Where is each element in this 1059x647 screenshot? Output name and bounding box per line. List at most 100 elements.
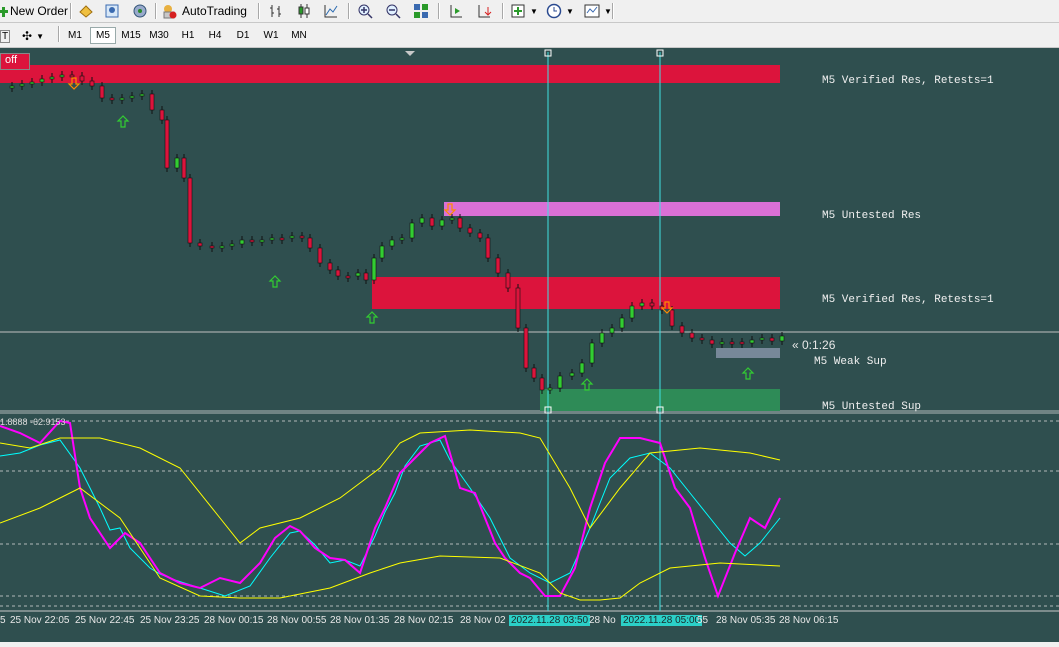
timeframe-d1-button[interactable]: D1 bbox=[230, 27, 256, 44]
candle bbox=[523, 327, 529, 369]
candle bbox=[759, 337, 765, 341]
candle bbox=[477, 232, 483, 239]
candle bbox=[317, 247, 323, 264]
drawing-tools-icon: ✣ bbox=[22, 29, 33, 43]
candle bbox=[99, 85, 105, 99]
chart-window[interactable]: off M5 Verified Res, Retests=1 M5 Untest… bbox=[0, 48, 1059, 642]
timeframe-m1-button[interactable]: M1 bbox=[62, 27, 88, 44]
candle bbox=[335, 269, 341, 277]
time-axis-label: 2022.11.28 03:50 bbox=[509, 615, 591, 626]
candle bbox=[557, 375, 563, 389]
candle bbox=[279, 237, 285, 241]
periods-icon bbox=[546, 3, 562, 19]
tile-windows-button[interactable] bbox=[413, 2, 429, 20]
candle bbox=[649, 302, 655, 307]
zoom-out-button[interactable] bbox=[385, 2, 401, 20]
candle bbox=[399, 237, 405, 241]
candle bbox=[709, 339, 715, 345]
candle bbox=[29, 81, 35, 85]
candle bbox=[779, 335, 785, 342]
bar-chart-button[interactable] bbox=[268, 2, 284, 20]
candle bbox=[59, 74, 65, 78]
candle bbox=[181, 157, 187, 179]
bar-countdown: « 0:1:26 bbox=[792, 338, 836, 352]
candle bbox=[639, 302, 645, 307]
drawing-tools-button[interactable]: ✣ ▼ bbox=[22, 27, 44, 45]
price-chart[interactable] bbox=[0, 48, 1059, 642]
candle bbox=[769, 337, 775, 342]
data-window-button[interactable] bbox=[104, 2, 120, 20]
timeframe-m30-button[interactable]: M30 bbox=[146, 27, 172, 44]
zone-label: M5 Untested Sup bbox=[822, 401, 922, 413]
periods-button[interactable]: ▼ bbox=[546, 2, 574, 20]
band-upper bbox=[0, 429, 781, 544]
crosshair-button[interactable]: T bbox=[0, 27, 11, 45]
candle bbox=[164, 119, 170, 169]
new-order-button[interactable]: New Order bbox=[0, 2, 68, 20]
candle bbox=[531, 367, 537, 379]
timeframe-w1-button[interactable]: W1 bbox=[258, 27, 284, 44]
timeframe-h1-button[interactable]: H1 bbox=[175, 27, 201, 44]
candle bbox=[49, 76, 55, 80]
time-axis-label: 5 bbox=[0, 615, 6, 626]
chart-shift-button[interactable] bbox=[448, 2, 464, 20]
candle bbox=[119, 97, 125, 101]
autoscroll-icon bbox=[476, 3, 492, 19]
zone-label: M5 Untested Res bbox=[822, 210, 922, 222]
time-axis-label: 25 Nov 23:25 bbox=[140, 615, 200, 626]
candle bbox=[589, 342, 595, 364]
candle bbox=[219, 245, 225, 249]
signals-button[interactable] bbox=[132, 2, 148, 20]
candle bbox=[249, 239, 255, 243]
zone-label: M5 Weak Sup bbox=[814, 356, 887, 368]
support-zone bbox=[716, 348, 780, 358]
candle bbox=[579, 362, 585, 374]
off-badge[interactable]: off bbox=[0, 53, 30, 70]
candle bbox=[239, 239, 245, 245]
candle bbox=[79, 75, 85, 82]
candle bbox=[619, 317, 625, 329]
autoscroll-button[interactable] bbox=[476, 2, 492, 20]
candle bbox=[547, 387, 553, 391]
candle bbox=[419, 217, 425, 224]
candles-icon bbox=[296, 3, 312, 19]
candle bbox=[689, 332, 695, 339]
candle bbox=[629, 305, 635, 319]
candle bbox=[109, 97, 115, 101]
zoom-in-button[interactable] bbox=[357, 2, 373, 20]
zoom-out-icon bbox=[385, 3, 401, 19]
signal-line bbox=[0, 439, 781, 597]
candle bbox=[174, 157, 180, 169]
candles-button[interactable] bbox=[296, 2, 312, 20]
candle bbox=[299, 235, 305, 239]
new-order-label: New Order bbox=[10, 4, 69, 18]
time-axis-label: 28 Nov 01:35 bbox=[330, 615, 390, 626]
timeframe-m5-button[interactable]: M5 bbox=[90, 27, 116, 44]
data-window-icon bbox=[104, 3, 120, 19]
autotrading-button[interactable]: AutoTrading bbox=[161, 2, 247, 20]
time-axis-label: 28 Nov 00:15 bbox=[204, 615, 264, 626]
timeframe-mn-button[interactable]: MN bbox=[286, 27, 312, 44]
chevron-down-icon: ▼ bbox=[566, 6, 574, 16]
up-arrow-icon bbox=[268, 275, 282, 288]
candle bbox=[679, 325, 685, 334]
market-watch-button[interactable] bbox=[78, 2, 94, 20]
time-axis-label: 25 Nov 22:05 bbox=[10, 615, 70, 626]
time-axis-label: 28 Nov 02 bbox=[460, 615, 506, 626]
timeframe-m15-button[interactable]: M15 bbox=[118, 27, 144, 44]
candle bbox=[669, 309, 675, 327]
autotrading-label: AutoTrading bbox=[182, 4, 247, 18]
autotrading-icon bbox=[161, 3, 177, 19]
candle bbox=[39, 78, 45, 83]
templates-button[interactable]: ▼ bbox=[584, 2, 612, 20]
new-order-icon bbox=[0, 3, 9, 19]
candle bbox=[355, 272, 361, 277]
line-chart-button[interactable] bbox=[323, 2, 339, 20]
up-arrow-icon bbox=[365, 311, 379, 324]
candle bbox=[539, 377, 545, 391]
candle bbox=[307, 237, 313, 249]
candle bbox=[485, 237, 491, 259]
candle bbox=[699, 337, 705, 341]
timeframe-h4-button[interactable]: H4 bbox=[202, 27, 228, 44]
indicators-button[interactable]: ▼ bbox=[510, 2, 538, 20]
